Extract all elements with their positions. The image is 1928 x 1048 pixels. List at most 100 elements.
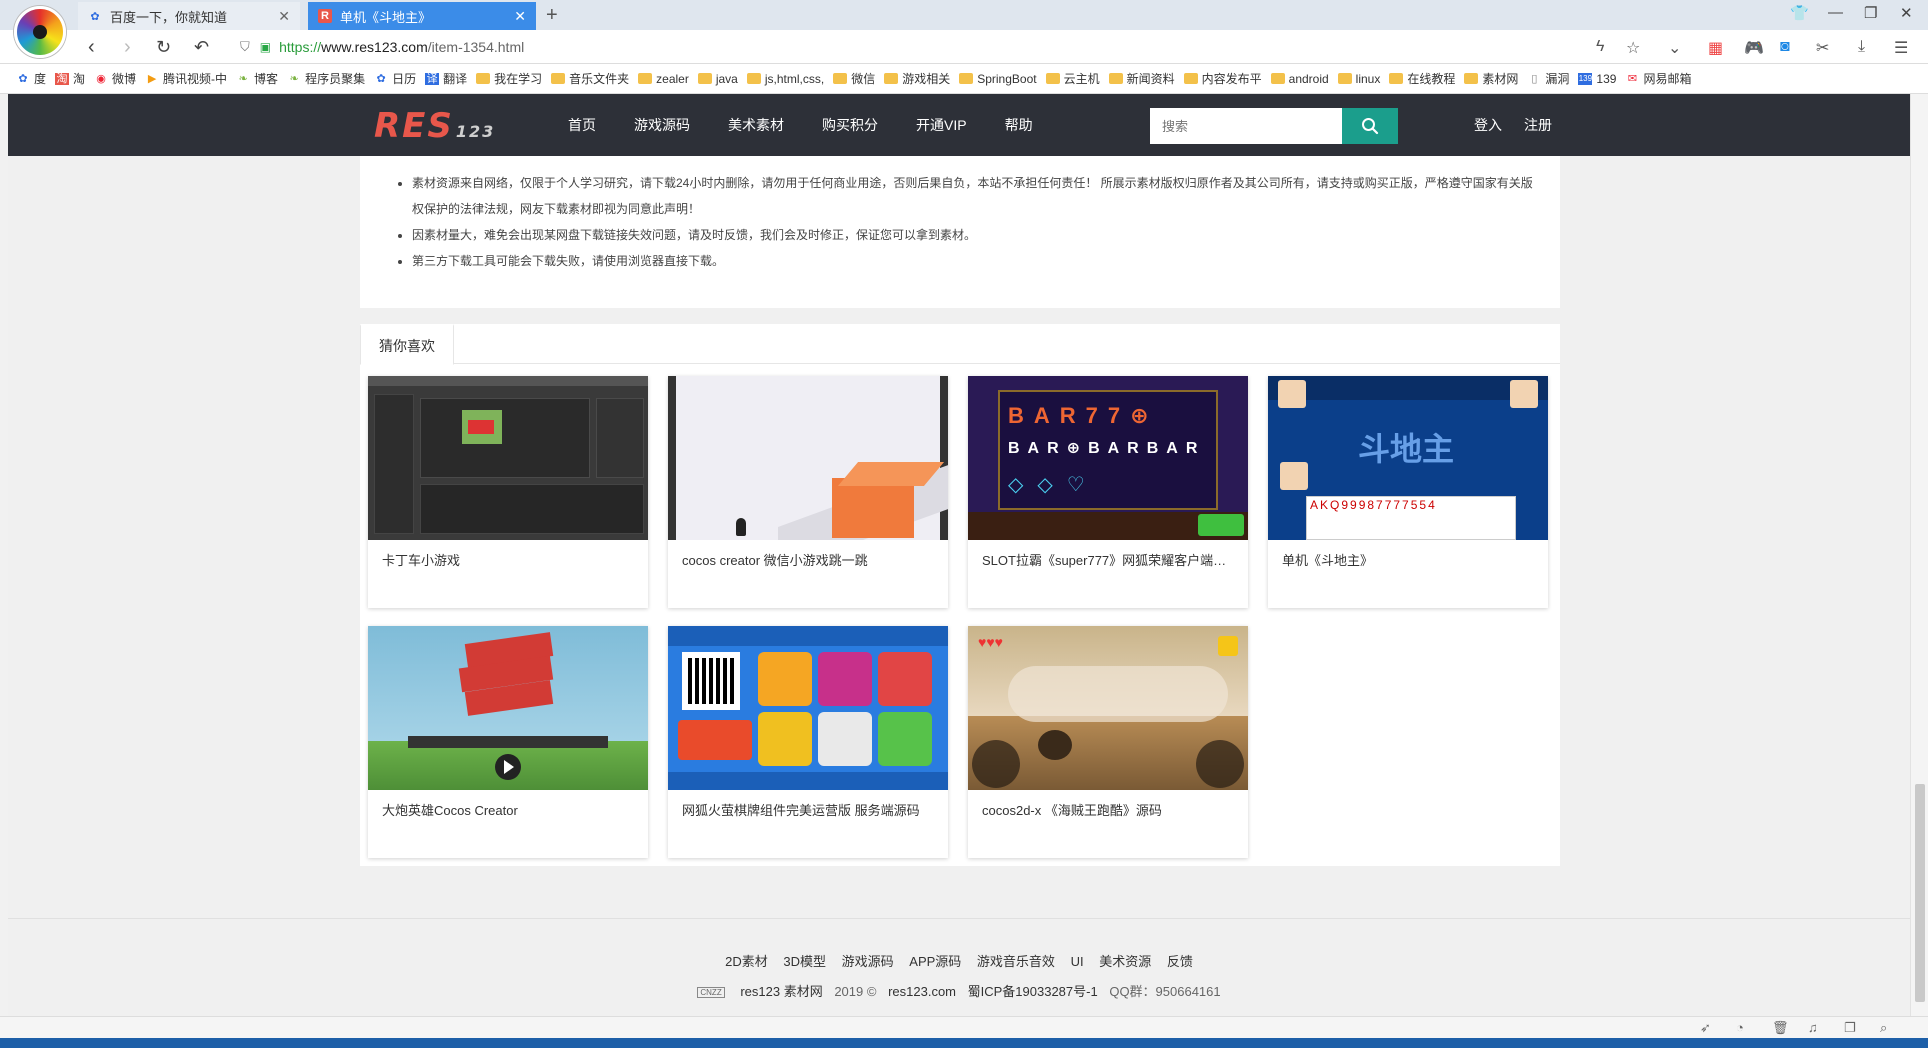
bookmark-item[interactable]: ✉ 网易邮箱 xyxy=(1625,70,1692,87)
nav-home[interactable]: 首页 xyxy=(568,115,596,135)
nav-art-assets[interactable]: 美术素材 xyxy=(728,115,784,135)
login-link[interactable]: 登入 xyxy=(1474,115,1502,135)
menu-icon[interactable]: ☰ xyxy=(1894,38,1908,58)
shirt-skin-icon[interactable]: 👕 xyxy=(1790,4,1809,22)
bookmark-folder[interactable]: 音乐文件夹 xyxy=(551,70,629,87)
apps-grid-icon[interactable]: ▦ xyxy=(1708,38,1723,58)
bookmark-folder[interactable]: zealer xyxy=(638,72,689,86)
thumbnail-image[interactable]: ♥♥♥ xyxy=(968,626,1248,790)
window-icon[interactable]: ❐ xyxy=(1844,1020,1856,1036)
scrollbar-thumb[interactable] xyxy=(1915,784,1925,1002)
footer-link[interactable]: 游戏源码 xyxy=(842,954,894,969)
bookmark-item[interactable]: ▯ 漏洞 xyxy=(1527,70,1569,87)
resource-card[interactable]: 网狐火萤棋牌组件完美运营版 服务端源码 xyxy=(668,626,948,858)
bookmark-folder[interactable]: 游戏相关 xyxy=(884,70,950,87)
thumbnail-image[interactable] xyxy=(368,376,648,540)
bookmark-item[interactable]: 139 139 xyxy=(1578,72,1616,86)
card-title[interactable]: 网狐火萤棋牌组件完美运营版 服务端源码 xyxy=(668,790,948,829)
site-domain[interactable]: res123.com xyxy=(888,984,956,999)
cnzz-badge[interactable]: CNZZ xyxy=(697,987,725,999)
chevron-down-icon[interactable]: ⌄ xyxy=(1668,38,1681,58)
star-icon[interactable]: ☆ xyxy=(1626,38,1640,58)
bookmark-folder[interactable]: js,html,css, xyxy=(746,72,824,86)
card-title[interactable]: 单机《斗地主》 xyxy=(1268,540,1548,579)
bookmark-item[interactable]: ▶ 腾讯视频-中 xyxy=(145,70,227,87)
bookmark-item[interactable]: ✿ 度 xyxy=(16,70,46,87)
restore-icon[interactable]: ❐ xyxy=(1864,4,1877,22)
page-scrollbar[interactable] xyxy=(1910,94,1928,1016)
close-window-icon[interactable]: ✕ xyxy=(1900,4,1913,22)
thumbnail-image[interactable] xyxy=(368,626,648,790)
resource-card[interactable]: 卡丁车小游戏 xyxy=(368,376,648,608)
forward-icon[interactable]: › xyxy=(124,36,131,58)
trash-icon[interactable]: 🗑 xyxy=(1772,1020,1789,1036)
footer-link[interactable]: 2D素材 xyxy=(725,954,768,969)
back-icon[interactable]: ‹ xyxy=(88,36,95,58)
bookmark-folder[interactable]: android xyxy=(1270,72,1329,86)
footer-link[interactable]: UI xyxy=(1071,954,1084,969)
resource-card[interactable]: BAR77⊕ BAR⊕BARBAR ◇◇♡ SLOT拉霸《super777》网狐… xyxy=(968,376,1248,608)
lightning-icon[interactable]: ϟ xyxy=(1596,38,1604,56)
card-title[interactable]: 卡丁车小游戏 xyxy=(368,540,648,579)
bookmark-folder[interactable]: 素材网 xyxy=(1464,70,1518,87)
site-logo[interactable]: RES 123 xyxy=(374,106,495,146)
speed-icon[interactable]: ◔ xyxy=(1736,1020,1744,1035)
bookmark-item[interactable]: ❧ 博客 xyxy=(236,70,278,87)
thumbnail-image[interactable] xyxy=(668,376,948,540)
download-icon[interactable]: ⤓ xyxy=(1858,38,1865,56)
bookmark-item[interactable]: 译翻译 xyxy=(425,70,467,87)
card-title[interactable]: 大炮英雄Cocos Creator xyxy=(368,790,648,829)
rocket-icon[interactable]: ➶ xyxy=(1700,1020,1711,1036)
bookmark-folder[interactable]: 微信 xyxy=(833,70,875,87)
nav-vip[interactable]: 开通VIP xyxy=(916,115,967,135)
bookmark-item[interactable]: ❧ 程序员聚集 xyxy=(287,70,365,87)
search-button[interactable] xyxy=(1342,108,1398,144)
card-title[interactable]: SLOT拉霸《super777》网狐荣耀客户端完整版 xyxy=(968,540,1248,579)
bookmark-folder[interactable]: SpringBoot xyxy=(959,72,1037,86)
icp-number[interactable]: 蜀ICP备19033287号-1 xyxy=(968,984,1098,999)
bookmark-folder[interactable]: 在线教程 xyxy=(1389,70,1455,87)
bookmark-folder[interactable]: linux xyxy=(1337,72,1380,86)
card-title[interactable]: cocos creator 微信小游戏跳一跳 xyxy=(668,540,948,579)
resource-card[interactable]: cocos creator 微信小游戏跳一跳 xyxy=(668,376,948,608)
undo-icon[interactable]: ↶ xyxy=(194,36,209,58)
new-tab-icon[interactable]: + xyxy=(546,4,558,27)
bookmark-folder[interactable]: 内容发布平 xyxy=(1183,70,1262,87)
bookmark-folder[interactable]: 我在学习 xyxy=(476,70,542,87)
search-input[interactable] xyxy=(1150,108,1342,144)
close-tab-icon[interactable]: ✕ xyxy=(514,8,526,25)
resource-card[interactable]: 大炮英雄Cocos Creator xyxy=(368,626,648,858)
bookmark-item[interactable]: ✿ 日历 xyxy=(374,70,416,87)
volume-icon[interactable]: ♫ xyxy=(1808,1020,1818,1035)
nav-help[interactable]: 帮助 xyxy=(1005,115,1033,135)
tab-current[interactable]: R 单机《斗地主》 ✕ xyxy=(308,2,536,30)
reload-icon[interactable]: ↻ xyxy=(156,36,171,58)
browser-logo-icon[interactable] xyxy=(14,6,66,58)
footer-link[interactable]: 3D模型 xyxy=(783,954,826,969)
bookmark-folder[interactable]: 云主机 xyxy=(1045,70,1100,87)
resource-card[interactable]: ♥♥♥ cocos2d-x 《海贼王跑酷》源码 xyxy=(968,626,1248,858)
close-tab-icon[interactable]: ✕ xyxy=(278,8,290,25)
thumbnail-image[interactable]: BAR77⊕ BAR⊕BARBAR ◇◇♡ xyxy=(968,376,1248,540)
bookmark-folder[interactable]: 新闻资料 xyxy=(1108,70,1175,87)
bookmark-folder[interactable]: java xyxy=(697,72,738,86)
nav-game-source[interactable]: 游戏源码 xyxy=(634,115,690,135)
footer-link[interactable]: APP源码 xyxy=(909,954,961,969)
minimize-icon[interactable]: — xyxy=(1828,4,1843,21)
scissors-icon[interactable]: ✂ xyxy=(1816,38,1829,58)
thumbnail-image[interactable] xyxy=(668,626,948,790)
url-field[interactable]: ⛉ ▣ https://www.res123.com/item-1354.htm… xyxy=(240,35,1580,59)
translate-icon[interactable]: ◙ xyxy=(1780,38,1790,56)
footer-link[interactable]: 反馈 xyxy=(1167,954,1193,969)
tab-baidu[interactable]: ✿ 百度一下，你就知道 ✕ xyxy=(78,2,300,30)
gamepad-icon[interactable]: 🎮 xyxy=(1744,38,1764,58)
card-title[interactable]: cocos2d-x 《海贼王跑酷》源码 xyxy=(968,790,1248,829)
tab-guess-you-like[interactable]: 猜你喜欢 xyxy=(360,324,454,365)
zoom-icon[interactable]: ⌕ xyxy=(1880,1020,1887,1036)
bookmark-item[interactable]: 淘淘 xyxy=(55,70,85,87)
thumbnail-image[interactable]: 斗地主 AKQ99987777554 xyxy=(1268,376,1548,540)
nav-buy-points[interactable]: 购买积分 xyxy=(822,115,878,135)
bookmark-item[interactable]: ◉ 微博 xyxy=(94,70,136,87)
footer-link[interactable]: 游戏音乐音效 xyxy=(977,954,1055,969)
resource-card[interactable]: 斗地主 AKQ99987777554 单机《斗地主》 xyxy=(1268,376,1548,608)
